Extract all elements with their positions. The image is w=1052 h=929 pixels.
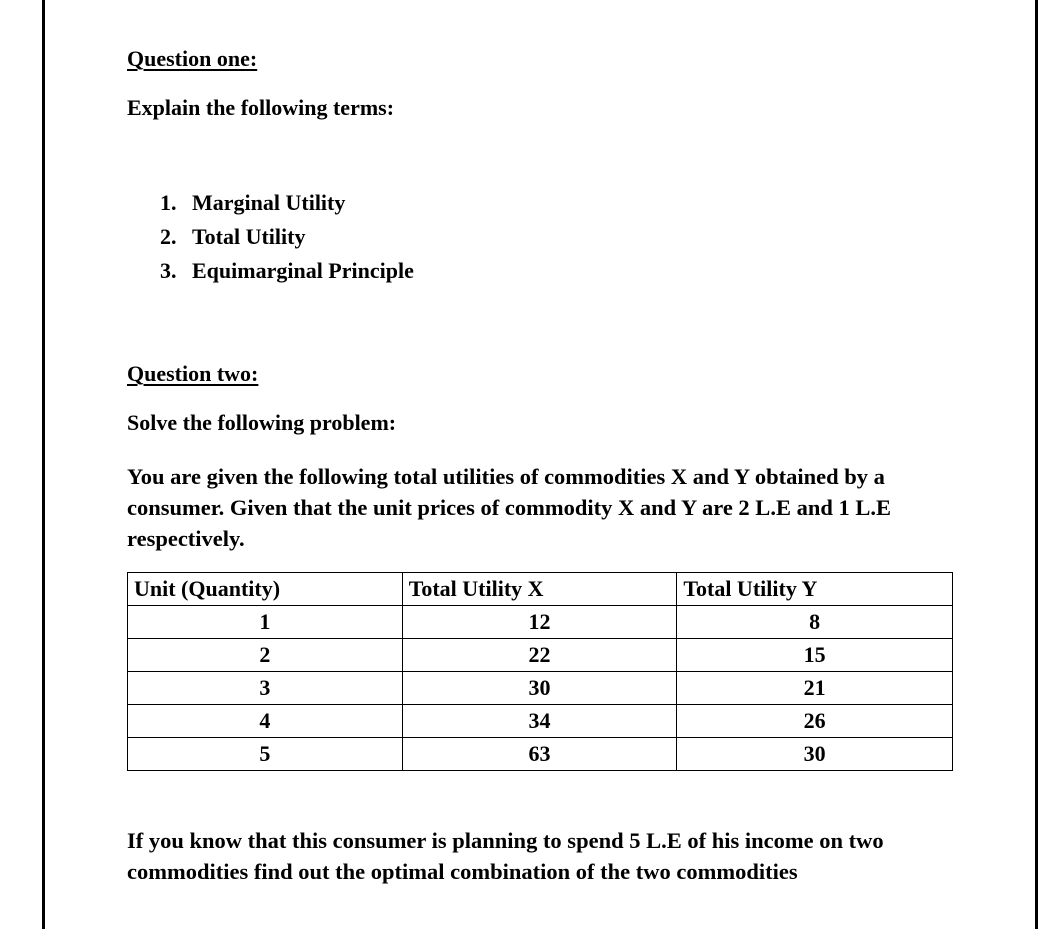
cell-total-utility-x: 34 xyxy=(401,704,678,738)
cell-unit: 1 xyxy=(127,605,403,639)
list-item-number: 1. xyxy=(160,190,177,215)
cell-total-utility-y: 21 xyxy=(676,671,953,705)
list-item-label: Total Utility xyxy=(192,224,306,249)
cell-unit: 4 xyxy=(127,704,403,738)
question-two-instruction: Solve the following problem: xyxy=(127,410,397,435)
cell-total-utility-x: 30 xyxy=(401,671,678,705)
cell-total-utility-y: 15 xyxy=(676,638,953,672)
question-one-instruction: Explain the following terms: xyxy=(127,95,395,120)
table-row: 5 63 30 xyxy=(127,737,953,771)
table-header-row: Unit (Quantity) Total Utility X Total Ut… xyxy=(127,572,953,606)
header-unit-quantity: Unit (Quantity) xyxy=(127,572,403,606)
list-item: 2. Total Utility xyxy=(160,224,414,258)
utility-table: Unit (Quantity) Total Utility X Total Ut… xyxy=(127,572,953,771)
problem-intro: You are given the following total utilit… xyxy=(127,464,891,551)
question-one-heading: Question one: xyxy=(127,46,258,71)
list-item: 3. Equimarginal Principle xyxy=(160,258,414,292)
cell-total-utility-y: 26 xyxy=(676,704,953,738)
header-total-utility-y: Total Utility Y xyxy=(676,572,953,606)
page-border-right xyxy=(1035,0,1038,929)
cell-total-utility-x: 22 xyxy=(401,638,678,672)
table-row: 2 22 15 xyxy=(127,638,953,672)
cell-unit: 5 xyxy=(127,737,403,771)
problem-task: If you know that this consumer is planni… xyxy=(127,828,884,884)
list-item-number: 3. xyxy=(160,258,177,283)
list-item-label: Marginal Utility xyxy=(192,190,346,215)
table-row: 1 12 8 xyxy=(127,605,953,639)
cell-unit: 3 xyxy=(127,671,403,705)
terms-list: 1. Marginal Utility 2. Total Utility 3. Equ… xyxy=(160,190,414,292)
question-two-heading: Question two: xyxy=(127,361,259,386)
cell-total-utility-y: 8 xyxy=(676,605,953,639)
list-item-number: 2. xyxy=(160,224,177,249)
table-row: 3 30 21 xyxy=(127,671,953,705)
table-row: 4 34 26 xyxy=(127,704,953,738)
cell-total-utility-y: 30 xyxy=(676,737,953,771)
cell-total-utility-x: 63 xyxy=(401,737,678,771)
list-item: 1. Marginal Utility xyxy=(160,190,414,224)
cell-unit: 2 xyxy=(127,638,403,672)
page-border-left xyxy=(42,0,45,929)
header-total-utility-x: Total Utility X xyxy=(401,572,678,606)
list-item-label: Equimarginal Principle xyxy=(192,258,414,283)
cell-total-utility-x: 12 xyxy=(401,605,678,639)
